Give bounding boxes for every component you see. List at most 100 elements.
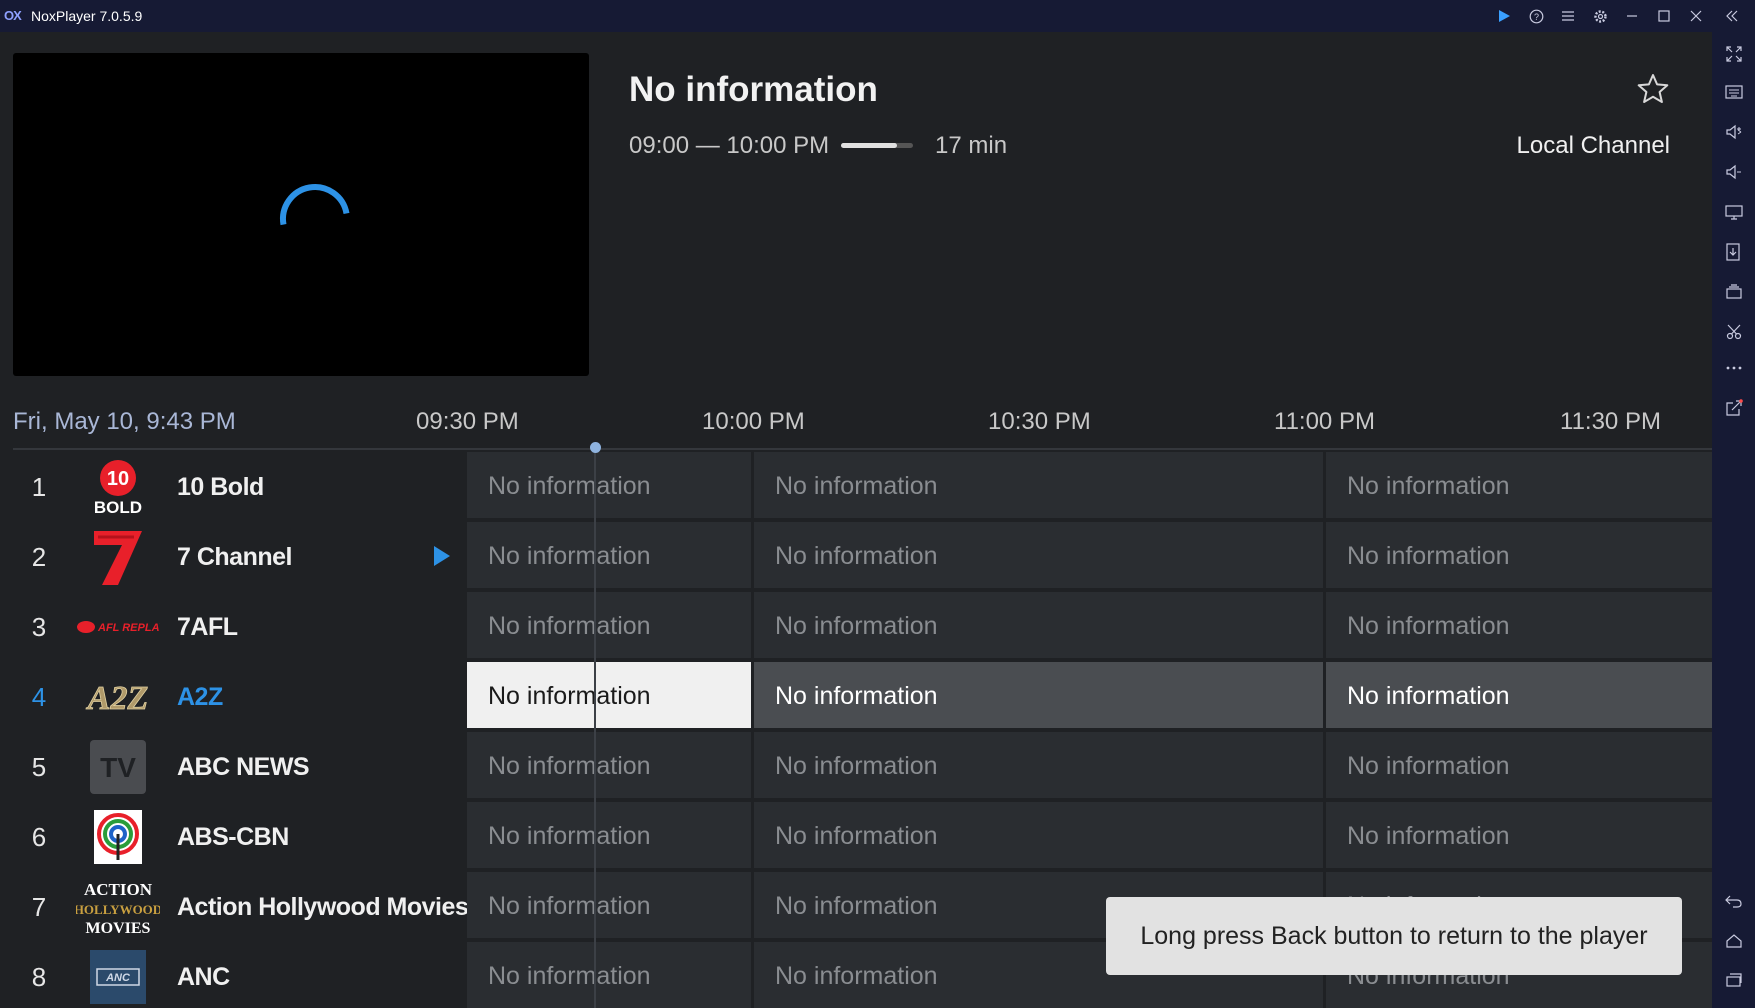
program-cell[interactable]: No information — [467, 732, 751, 798]
channel-number: 8 — [31, 962, 47, 992]
channel-number: 5 — [31, 752, 47, 782]
channel-row[interactable]: 1 10 BOLD 10 Bold No information No informati… — [0, 452, 1712, 522]
program-progress-bar — [841, 143, 913, 148]
channel-row[interactable]: 27 Channel No information No information No… — [0, 522, 1712, 592]
maximize-icon[interactable] — [1652, 4, 1676, 28]
channel-name[interactable]: 7AFL — [177, 613, 238, 642]
program-cell[interactable]: No information — [754, 592, 1323, 658]
settings-icon[interactable] — [1588, 4, 1612, 28]
10-bold-logo: 10 BOLD — [76, 457, 160, 517]
program-cell[interactable]: No information — [1326, 802, 1712, 868]
action-hollywood-logo: ACTION HOLLYWOOD MOVIES — [76, 877, 160, 937]
close-icon[interactable] — [1684, 4, 1708, 28]
svg-text:ANC: ANC — [105, 972, 131, 984]
channel-name[interactable]: 10 Bold — [177, 473, 264, 502]
fullscreen-icon[interactable] — [1720, 40, 1748, 68]
time-slot: 11:00 PM — [1274, 408, 1375, 435]
afl-replays-logo: AFL REPLAYS — [76, 597, 160, 657]
external-icon[interactable] — [1720, 394, 1748, 422]
volume-down-icon[interactable] — [1720, 158, 1748, 186]
volume-up-icon[interactable] — [1720, 118, 1748, 146]
channel-name[interactable]: ABC NEWS — [177, 753, 310, 782]
channel-number: 1 — [31, 472, 47, 502]
program-cell[interactable]: No information — [1326, 522, 1712, 588]
play-store-icon[interactable] — [1492, 4, 1516, 28]
program-cell[interactable]: No information — [754, 802, 1323, 868]
screen-icon[interactable] — [1720, 198, 1748, 226]
program-cell[interactable]: No information — [1326, 592, 1712, 658]
program-cell[interactable]: No information — [1326, 662, 1712, 728]
tv-logo: TV — [76, 737, 160, 797]
svg-text:ACTION: ACTION — [84, 880, 153, 899]
svg-text:AFL REPLAYS: AFL REPLAYS — [97, 622, 160, 634]
menu-icon[interactable] — [1556, 4, 1580, 28]
time-slot: 10:30 PM — [988, 408, 1091, 435]
anc-logo: ANC — [76, 947, 160, 1007]
seven-logo — [76, 527, 160, 587]
help-icon[interactable]: ? — [1524, 4, 1548, 28]
channel-row[interactable]: 4 A2Z A2Z No information No information No in… — [0, 662, 1712, 732]
abs-cbn-logo — [76, 807, 160, 867]
tv-guide-app: No information 09:00 — 10:00 PM 17 min L… — [0, 32, 1712, 1008]
now-playing-icon — [434, 546, 450, 566]
screenshot-icon[interactable] — [1720, 318, 1748, 346]
program-cell[interactable]: No information — [754, 452, 1323, 518]
program-cell[interactable]: No information — [467, 872, 751, 938]
svg-text:TV: TV — [100, 752, 136, 783]
multi-instance-icon[interactable] — [1720, 278, 1748, 306]
recent-apps-icon[interactable] — [1720, 966, 1748, 994]
channel-number: 6 — [31, 822, 47, 852]
program-cell[interactable]: No information — [754, 522, 1323, 588]
program-cell[interactable]: No information — [754, 732, 1323, 798]
time-slot: 11:30 PM — [1560, 408, 1661, 435]
program-channel-type: Local Channel — [1516, 132, 1670, 159]
timeline-divider — [13, 448, 1712, 450]
emulator-sidebar — [1712, 32, 1755, 1008]
program-cell[interactable]: No information — [467, 662, 751, 728]
window-title: NoxPlayer 7.0.5.9 — [31, 8, 143, 24]
current-datetime: Fri, May 10, 9:43 PM — [13, 408, 236, 435]
video-preview[interactable] — [13, 53, 589, 376]
current-time-dot — [590, 442, 601, 453]
channel-name[interactable]: 7 Channel — [177, 543, 292, 572]
program-cell[interactable]: No information — [467, 592, 751, 658]
back-icon[interactable] — [1720, 887, 1748, 915]
channel-name[interactable]: ABS-CBN — [177, 823, 289, 852]
program-progress-fill — [841, 143, 898, 148]
channel-number: 3 — [31, 612, 47, 642]
channel-row[interactable]: 5 TV ABC NEWS No information No information N… — [0, 732, 1712, 802]
keyboard-icon[interactable] — [1720, 78, 1748, 106]
channel-name[interactable]: A2Z — [177, 683, 223, 712]
svg-text:?: ? — [1533, 12, 1538, 22]
nox-window: OX NoxPlayer 7.0.5.9 ? No information 09… — [0, 0, 1755, 1008]
svg-text:MOVIES: MOVIES — [86, 920, 151, 937]
favorite-star-icon[interactable] — [1636, 72, 1670, 106]
apk-install-icon[interactable] — [1720, 238, 1748, 266]
current-time-indicator — [594, 452, 596, 1008]
program-cell[interactable]: No information — [1326, 452, 1712, 518]
program-cell[interactable]: No information — [467, 522, 751, 588]
program-cell[interactable]: No information — [467, 802, 751, 868]
time-slot: 10:00 PM — [702, 408, 805, 435]
program-cell[interactable]: No information — [754, 662, 1323, 728]
collapse-sidebar-icon[interactable] — [1720, 4, 1744, 28]
home-icon[interactable] — [1720, 927, 1748, 955]
channel-number: 2 — [31, 542, 47, 572]
program-cell[interactable]: No information — [467, 452, 751, 518]
program-time-range: 09:00 — 10:00 PM — [629, 132, 830, 159]
program-cell[interactable]: No information — [1326, 732, 1712, 798]
channel-row[interactable]: 6 ABS-CBN No information No information No i… — [0, 802, 1712, 872]
a2z-logo: A2Z — [76, 667, 160, 727]
channel-name[interactable]: ANC — [177, 963, 230, 992]
channel-name[interactable]: Action Hollywood Movies — [177, 893, 469, 922]
svg-text:A2Z: A2Z — [86, 680, 148, 717]
loading-spinner-icon — [280, 184, 350, 226]
channel-number: 4 — [31, 682, 47, 712]
svg-text:BOLD: BOLD — [94, 498, 142, 516]
channel-row[interactable]: 3AFL REPLAYS7AFLNo informationNo informa… — [0, 592, 1712, 662]
svg-text:10: 10 — [107, 468, 129, 490]
program-cell[interactable]: No information — [467, 942, 751, 1008]
program-duration: 17 min — [935, 132, 1008, 159]
more-icon[interactable] — [1720, 354, 1748, 382]
minimize-icon[interactable] — [1620, 4, 1644, 28]
